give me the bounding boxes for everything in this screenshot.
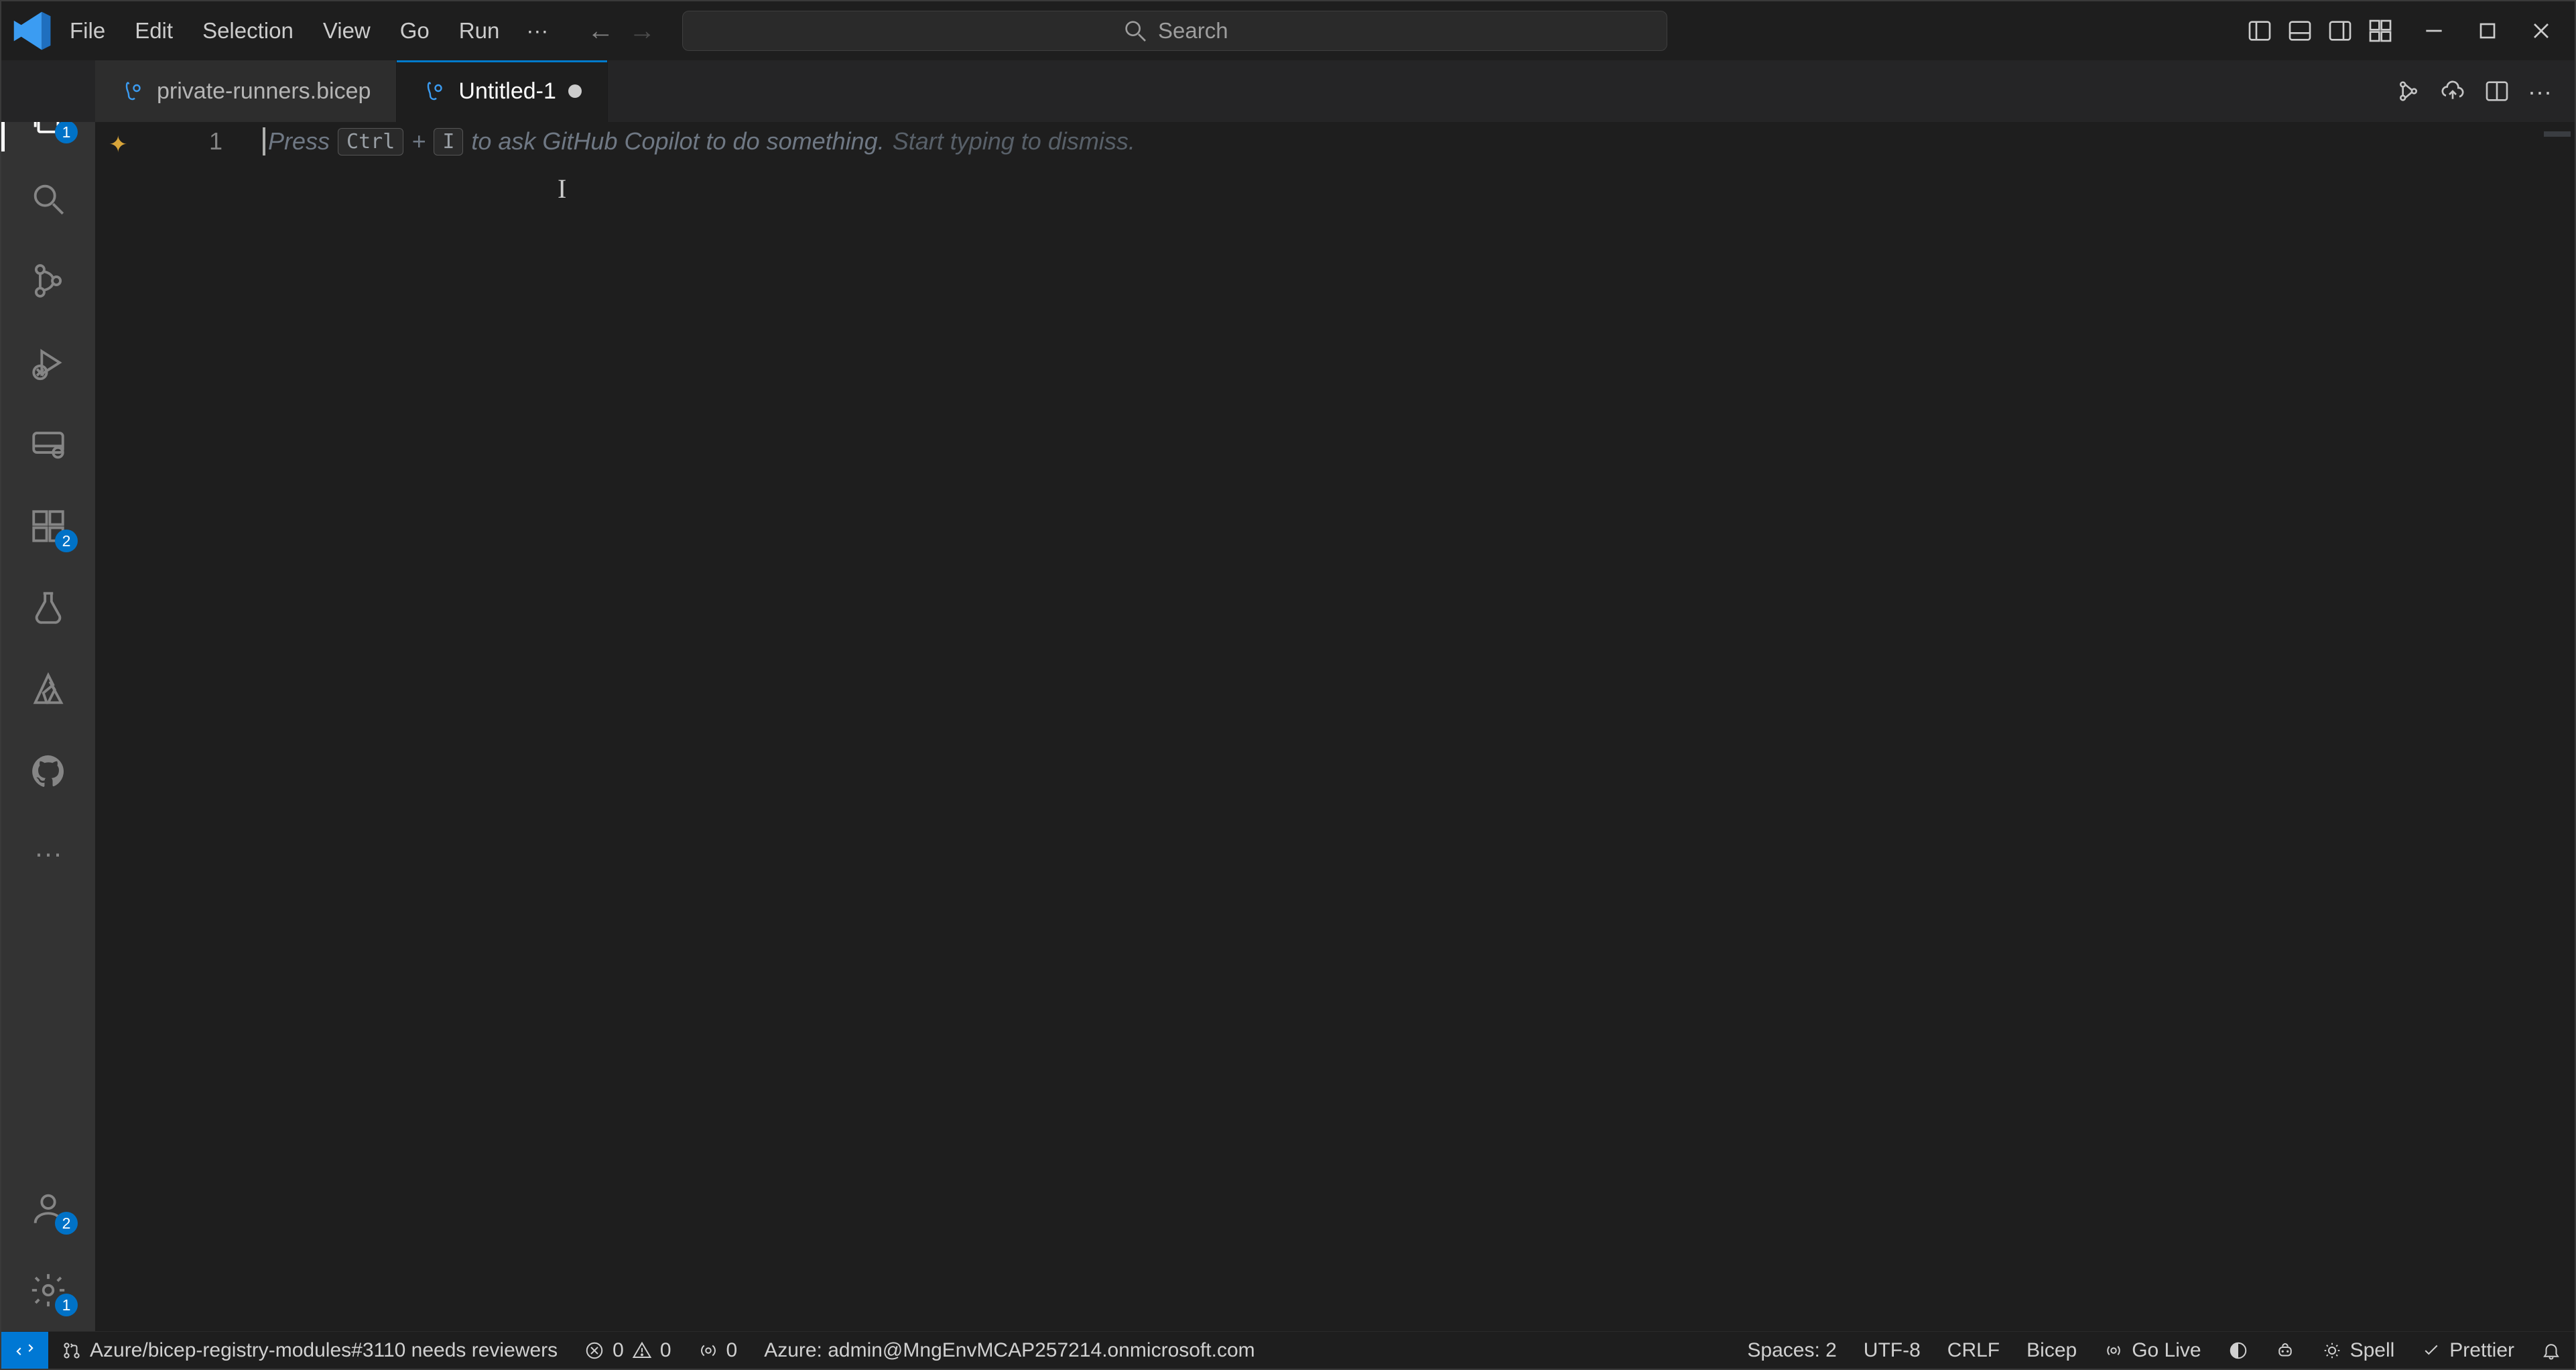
settings-badge: 1 bbox=[55, 1294, 78, 1316]
status-ports[interactable]: 0 bbox=[685, 1339, 751, 1362]
window-controls bbox=[2421, 17, 2555, 44]
kbd-ctrl: Ctrl bbox=[338, 128, 403, 155]
status-theme-icon[interactable] bbox=[2215, 1341, 2262, 1361]
activity-search[interactable] bbox=[1, 158, 95, 240]
status-ports-count: 0 bbox=[726, 1339, 738, 1362]
bicep-file-icon bbox=[121, 79, 145, 103]
text-editor[interactable]: ✦ 1 Press Ctrl + I to ask GitHub Copilot… bbox=[95, 122, 2575, 1331]
menu-selection[interactable]: Selection bbox=[188, 11, 308, 50]
status-bar: Azure/bicep-registry-modules#3110 needs … bbox=[1, 1331, 2575, 1369]
run-related-icon[interactable] bbox=[2395, 78, 2422, 105]
text-cursor-icon bbox=[263, 127, 265, 155]
kbd-i: I bbox=[434, 128, 463, 155]
status-warnings: 0 bbox=[660, 1339, 671, 1362]
customize-layout-icon[interactable] bbox=[2367, 17, 2394, 44]
activity-settings[interactable]: 1 bbox=[1, 1249, 95, 1331]
search-placeholder: Search bbox=[1158, 18, 1228, 44]
more-actions-icon[interactable]: ··· bbox=[2528, 78, 2555, 105]
menu-file[interactable]: File bbox=[55, 11, 120, 50]
status-indent-text: Spaces: 2 bbox=[1747, 1339, 1836, 1362]
nav-forward-icon[interactable]: → bbox=[629, 17, 655, 44]
menu-run[interactable]: Run bbox=[444, 11, 515, 50]
activity-source-control[interactable] bbox=[1, 240, 95, 322]
activity-bar: 1 2 bbox=[1, 122, 95, 1331]
activity-accounts[interactable]: 2 bbox=[1, 1168, 95, 1249]
minimap-indicator[interactable] bbox=[2544, 131, 2571, 137]
activity-run-debug[interactable] bbox=[1, 322, 95, 403]
editor-line: 1 Press Ctrl + I to ask GitHub Copilot t… bbox=[95, 122, 2575, 161]
line-number: 1 bbox=[169, 127, 222, 155]
tab-label: private-runners.bicep bbox=[157, 78, 371, 105]
toggle-secondary-sidebar-icon[interactable] bbox=[2327, 17, 2354, 44]
toggle-primary-sidebar-icon[interactable] bbox=[2246, 17, 2273, 44]
status-prettier[interactable]: Prettier bbox=[2408, 1339, 2528, 1362]
status-errors: 0 bbox=[613, 1339, 624, 1362]
activity-explorer[interactable]: 1 bbox=[1, 122, 95, 158]
activity-testing[interactable] bbox=[1, 567, 95, 649]
status-pr[interactable]: Azure/bicep-registry-modules#3110 needs … bbox=[48, 1339, 571, 1362]
status-eol-text: CRLF bbox=[1947, 1339, 2000, 1362]
status-pr-text: Azure/bicep-registry-modules#3110 needs … bbox=[90, 1339, 558, 1362]
window-close-icon[interactable] bbox=[2528, 17, 2555, 44]
window-maximize-icon[interactable] bbox=[2474, 17, 2501, 44]
status-problems[interactable]: 0 0 bbox=[571, 1339, 684, 1362]
editor-tab-bar: private-runners.bicep Untitled-1 ··· bbox=[1, 60, 2575, 122]
bicep-file-icon bbox=[422, 79, 446, 103]
command-center-search[interactable]: Search bbox=[682, 11, 1667, 51]
window-minimize-icon[interactable] bbox=[2421, 17, 2447, 44]
accounts-badge: 2 bbox=[55, 1212, 78, 1235]
cloud-upload-icon[interactable] bbox=[2439, 78, 2466, 105]
status-prettier-text: Prettier bbox=[2449, 1339, 2514, 1362]
tab-dirty-indicator-icon bbox=[568, 84, 582, 98]
status-azure-account[interactable]: Azure: admin@MngEnvMCAP257214.onmicrosof… bbox=[751, 1339, 1268, 1362]
split-editor-icon[interactable] bbox=[2484, 78, 2510, 105]
ghost-word: Press bbox=[268, 127, 330, 155]
menu-edit[interactable]: Edit bbox=[120, 11, 188, 50]
status-spell[interactable]: Spell bbox=[2309, 1339, 2408, 1362]
nav-buttons: ← → bbox=[587, 17, 655, 44]
toggle-panel-icon[interactable] bbox=[2287, 17, 2313, 44]
status-language-text: Bicep bbox=[2026, 1339, 2077, 1362]
menu-go[interactable]: Go bbox=[385, 11, 444, 50]
copilot-sparkle-icon: ✦ bbox=[109, 131, 128, 158]
status-encoding-text: UTF-8 bbox=[1864, 1339, 1921, 1362]
activity-extensions[interactable]: 2 bbox=[1, 485, 95, 567]
status-indent[interactable]: Spaces: 2 bbox=[1734, 1339, 1850, 1362]
status-azure-text: Azure: admin@MngEnvMCAP257214.onmicrosof… bbox=[764, 1339, 1254, 1362]
activity-azure[interactable] bbox=[1, 649, 95, 731]
tab-untitled-1[interactable]: Untitled-1 bbox=[397, 60, 608, 122]
ghost-word: to ask GitHub Copilot to do something. bbox=[471, 127, 884, 155]
search-icon bbox=[1122, 17, 1149, 44]
extensions-badge: 2 bbox=[55, 530, 78, 552]
status-spell-text: Spell bbox=[2350, 1339, 2395, 1362]
status-golive-text: Go Live bbox=[2132, 1339, 2201, 1362]
status-copilot-icon[interactable] bbox=[2262, 1341, 2309, 1361]
activity-github[interactable] bbox=[1, 731, 95, 812]
layout-controls bbox=[2246, 17, 2394, 44]
copilot-ghost-text: Press Ctrl + I to ask GitHub Copilot to … bbox=[268, 127, 1135, 155]
vscode-logo-icon bbox=[8, 7, 55, 54]
nav-back-icon[interactable]: ← bbox=[587, 17, 614, 44]
menu-bar: File Edit Selection View Go Run ··· bbox=[55, 11, 560, 50]
ghost-word-dim: Start typing to dismiss. bbox=[893, 127, 1135, 155]
remote-indicator[interactable] bbox=[1, 1332, 48, 1369]
title-bar: File Edit Selection View Go Run ··· ← → … bbox=[1, 1, 2575, 60]
status-notifications-icon[interactable] bbox=[2528, 1341, 2575, 1361]
status-encoding[interactable]: UTF-8 bbox=[1850, 1339, 1934, 1362]
tab-label: Untitled-1 bbox=[458, 78, 556, 105]
ibeam-cursor-icon: I bbox=[558, 173, 566, 204]
status-language[interactable]: Bicep bbox=[2013, 1339, 2090, 1362]
kbd-plus: + bbox=[411, 127, 426, 155]
menu-more-icon[interactable]: ··· bbox=[514, 11, 560, 50]
editor-tab-actions: ··· bbox=[2395, 60, 2575, 122]
activity-remote-explorer[interactable] bbox=[1, 403, 95, 485]
status-eol[interactable]: CRLF bbox=[1934, 1339, 2013, 1362]
explorer-badge: 1 bbox=[55, 122, 78, 143]
status-go-live[interactable]: Go Live bbox=[2090, 1339, 2214, 1362]
menu-view[interactable]: View bbox=[308, 11, 385, 50]
tab-private-runners[interactable]: private-runners.bicep bbox=[95, 60, 397, 122]
activity-more[interactable]: ··· bbox=[1, 812, 95, 894]
